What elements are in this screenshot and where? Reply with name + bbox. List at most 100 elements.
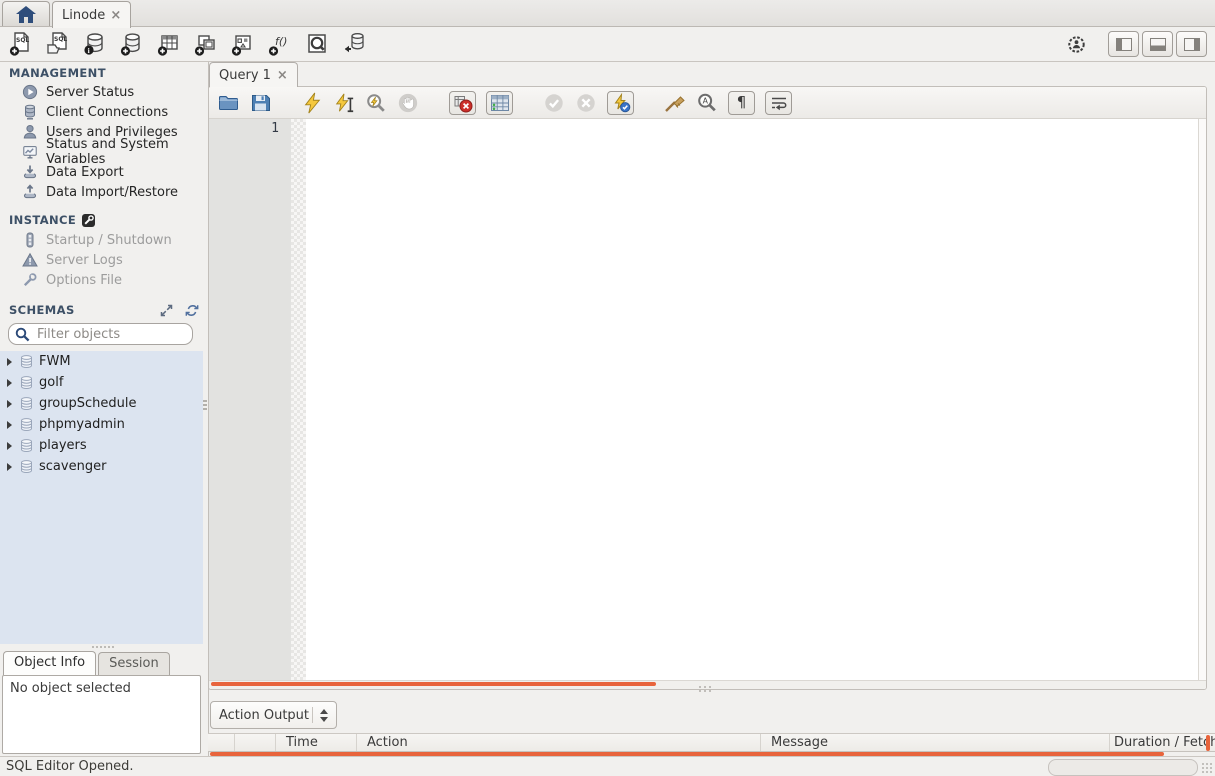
connection-tab-linode[interactable]: Linode ×	[52, 1, 132, 28]
rollback-button[interactable]	[575, 92, 597, 114]
window-resize-grip[interactable]	[1201, 762, 1213, 774]
sidebar-item-label: Status and System Variables	[46, 137, 169, 167]
scrollbar-thumb[interactable]	[211, 682, 656, 686]
schema-row-phpmyadmin[interactable]: phpmyadmin	[0, 414, 203, 435]
output-vertical-scrollbar[interactable]	[1206, 735, 1210, 751]
sidebar-item-status-system-variables[interactable]: Status and System Variables	[0, 137, 203, 167]
toggle-right-sidebar-button[interactable]	[1176, 31, 1207, 57]
find-and-replace-button[interactable]: A	[696, 92, 718, 114]
management-title-label: MANAGEMENT	[9, 66, 106, 80]
schema-filter[interactable]	[8, 323, 209, 345]
create-schema-button[interactable]	[119, 31, 145, 57]
warning-triangle-icon	[22, 252, 38, 268]
sql-editor: A ¶ 1	[208, 86, 1207, 690]
column-header-message[interactable]: Message	[761, 734, 1110, 751]
expand-arrow-icon[interactable]	[7, 399, 12, 408]
commit-button[interactable]	[543, 92, 565, 114]
toggle-invisible-characters-button[interactable]: ¶	[728, 90, 755, 115]
schemas-section-title: SCHEMAS	[9, 302, 199, 318]
schema-row-scavenger[interactable]: scavenger	[0, 456, 203, 477]
toggle-output-area-button[interactable]	[1142, 31, 1173, 57]
column-header-action[interactable]: Action	[357, 734, 761, 751]
schema-row-players[interactable]: players	[0, 435, 203, 456]
toggle-word-wrap-button[interactable]	[765, 90, 792, 115]
expand-panel-icon[interactable]	[160, 304, 173, 317]
expand-arrow-icon[interactable]	[7, 378, 12, 387]
beautify-script-button[interactable]	[664, 92, 686, 114]
expand-arrow-icon[interactable]	[7, 357, 12, 366]
tab-session[interactable]: Session	[98, 652, 170, 675]
open-script-button[interactable]	[217, 92, 239, 114]
instance-items: Startup / Shutdown Server Logs Options F…	[0, 230, 203, 290]
stop-execution-button[interactable]	[397, 92, 419, 114]
expand-arrow-icon[interactable]	[7, 441, 12, 450]
query-tab-label: Query 1	[219, 67, 271, 83]
pilcrow-icon: ¶	[736, 93, 747, 111]
save-script-button[interactable]	[249, 92, 271, 114]
import-icon	[22, 184, 38, 200]
sql-text-area[interactable]	[306, 119, 1198, 680]
editor-output-splitter-handle[interactable]	[699, 686, 711, 694]
schema-row-fwm[interactable]: FWM	[0, 351, 203, 372]
refresh-schemas-icon[interactable]	[185, 304, 199, 317]
toggle-stop-on-error-button[interactable]	[449, 90, 476, 115]
toggle-left-sidebar-button[interactable]	[1108, 31, 1139, 57]
close-icon[interactable]: ×	[110, 9, 121, 22]
create-view-button[interactable]	[193, 31, 219, 57]
tab-label: Object Info	[14, 655, 86, 670]
reconnect-dbms-button[interactable]	[341, 31, 367, 57]
tab-label: Session	[109, 656, 159, 671]
instance-title-label: INSTANCE	[9, 213, 77, 227]
new-query-tab-button[interactable]: SQL	[8, 31, 34, 57]
home-tab[interactable]	[2, 1, 50, 26]
expand-arrow-icon[interactable]	[7, 462, 12, 471]
sidebar-item-client-connections[interactable]: Client Connections	[0, 102, 203, 122]
create-stored-procedure-button[interactable]	[230, 31, 256, 57]
code-folding-margin	[291, 119, 306, 680]
sidebar-item-server-status[interactable]: Server Status	[0, 82, 203, 102]
line-number: 1	[271, 121, 279, 136]
sidebar-item-options-file[interactable]: Options File	[0, 270, 203, 290]
export-icon	[22, 164, 38, 180]
inspect-database-button[interactable]: i	[82, 31, 108, 57]
sidebar-splitter-handle[interactable]	[92, 646, 114, 648]
schema-filter-input[interactable]	[35, 325, 209, 343]
create-function-button[interactable]: f()	[267, 31, 293, 57]
execute-all-button[interactable]	[301, 92, 323, 114]
query-tab[interactable]: Query 1 ×	[209, 62, 298, 87]
schema-row-groupschedule[interactable]: groupSchedule	[0, 393, 203, 414]
management-items: Server Status Client Connections Users a…	[0, 82, 203, 202]
preferences-gear-button[interactable]	[1063, 31, 1089, 57]
execute-current-statement-button[interactable]	[333, 92, 355, 114]
toggle-autocommit-button[interactable]	[607, 90, 634, 115]
instance-section-title: INSTANCE	[9, 212, 199, 228]
editor-vertical-scrollbar[interactable]	[1198, 119, 1206, 680]
schema-row-golf[interactable]: golf	[0, 372, 203, 393]
explain-plan-button[interactable]	[365, 92, 387, 114]
close-icon[interactable]: ×	[277, 69, 288, 82]
navigator-sidebar: MANAGEMENT Server Status Client Connecti…	[0, 62, 209, 756]
sidebar-item-label: Server Logs	[46, 252, 123, 268]
output-view-selector[interactable]: Action Output	[210, 701, 337, 729]
sidebar-item-server-logs[interactable]: Server Logs	[0, 250, 203, 270]
limit-rows-button[interactable]	[486, 90, 513, 115]
open-sql-script-button[interactable]: SQL	[45, 31, 71, 57]
splitter-grip	[203, 398, 207, 412]
expand-arrow-icon[interactable]	[7, 420, 12, 429]
line-number-gutter: 1	[209, 119, 291, 680]
column-header-time[interactable]: Time	[276, 734, 357, 751]
sql-editor-body[interactable]: 1	[209, 119, 1206, 680]
column-header-status[interactable]	[235, 734, 276, 751]
column-header-duration[interactable]: Duration / Fetch	[1110, 734, 1215, 751]
tab-object-info[interactable]: Object Info	[3, 651, 97, 675]
search-table-data-button[interactable]	[304, 31, 330, 57]
selector-spinner-icon	[312, 707, 328, 723]
sidebar-item-data-import[interactable]: Data Import/Restore	[0, 182, 203, 202]
object-info-panel: No object selected	[2, 675, 201, 754]
sidebar-item-label: Data Import/Restore	[46, 184, 179, 200]
schema-label: players	[39, 438, 87, 453]
sidebar-item-startup-shutdown[interactable]: Startup / Shutdown	[0, 230, 203, 250]
object-info-text: No object selected	[10, 681, 131, 696]
create-table-button[interactable]	[156, 31, 182, 57]
column-header-index[interactable]	[208, 734, 235, 751]
